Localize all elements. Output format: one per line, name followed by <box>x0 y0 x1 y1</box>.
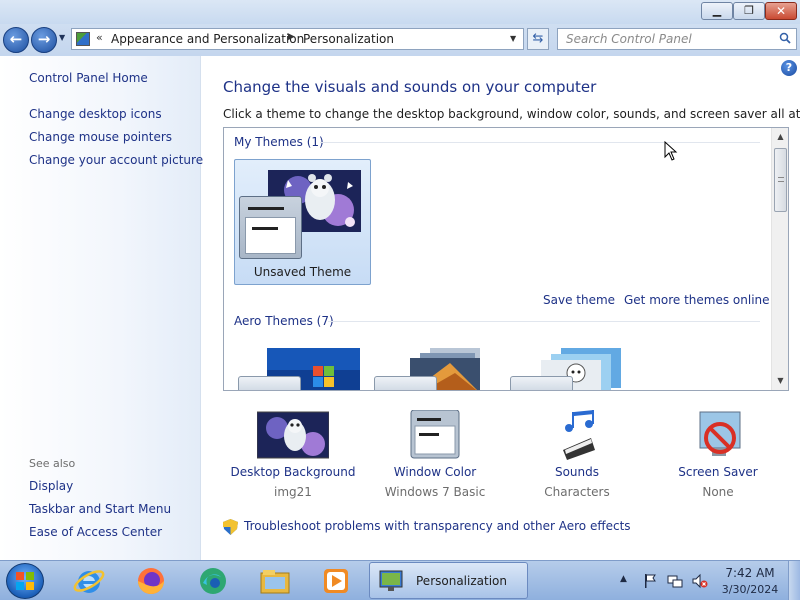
navigation-bar: ← → ▼ « Appearance and Personalization ▶… <box>0 24 800 56</box>
refresh-button[interactable]: ⇆ <box>527 28 549 50</box>
see-also-heading: See also <box>29 457 76 470</box>
troubleshoot-link[interactable]: Troubleshoot problems with transparency … <box>244 519 631 533</box>
show-desktop-button[interactable] <box>788 561 800 600</box>
screen-saver-setting[interactable]: Screen Saver None <box>653 410 783 502</box>
window-color-swatch <box>238 376 301 390</box>
desktop-background-link[interactable]: Desktop Background <box>228 465 358 479</box>
grip-icon <box>778 177 784 182</box>
breadcrumb-appearance[interactable]: Appearance and Personalization <box>111 32 304 46</box>
maximize-button[interactable]: ❐ <box>733 2 765 20</box>
volume-muted-icon[interactable] <box>692 573 708 589</box>
scrollbar-thumb[interactable] <box>774 148 787 212</box>
help-icon[interactable]: ? <box>781 60 797 76</box>
minimize-icon: ▁ <box>712 4 722 17</box>
personalization-icon <box>379 570 403 591</box>
desktop-background-icon <box>257 411 329 459</box>
scroll-up-icon[interactable]: ▲ <box>772 130 788 144</box>
window-titlebar-preview <box>248 207 284 210</box>
clock-time[interactable]: 7:42 AM <box>716 566 784 580</box>
forward-button[interactable]: → <box>31 27 57 53</box>
window-color-swatch <box>510 376 573 390</box>
back-button[interactable]: ← <box>3 27 29 53</box>
close-button[interactable]: ✕ <box>765 2 797 20</box>
sidebar-item-account-picture[interactable]: Change your account picture <box>29 153 203 167</box>
themes-list: My Themes (1) Unsaved Theme Save theme G… <box>223 127 789 391</box>
taskbar: Personalization ▲ 7:42 AM 3/30/2024 <box>0 560 800 600</box>
sounds-link[interactable]: Sounds <box>512 465 642 479</box>
aero-themes-heading[interactable]: Aero Themes (7) <box>234 314 334 328</box>
desktop-background-value: img21 <box>274 485 312 499</box>
windows-logo-icon <box>16 572 34 590</box>
search-placeholder: Search Control Panel <box>566 32 692 46</box>
my-themes-heading[interactable]: My Themes (1) <box>234 135 324 149</box>
taskbar-item-personalization[interactable]: Personalization <box>369 562 528 599</box>
window-body-preview <box>245 217 296 254</box>
group-divider <box>328 321 760 322</box>
sidebar-item-taskbar-start-menu[interactable]: Taskbar and Start Menu <box>29 502 171 516</box>
internet-explorer-icon[interactable] <box>71 563 107 599</box>
sidebar-item-mouse-pointers[interactable]: Change mouse pointers <box>29 130 172 144</box>
breadcrumb-overflow-chevron[interactable]: « <box>96 31 103 44</box>
mouse-cursor-icon <box>664 141 678 161</box>
screen-saver-link[interactable]: Screen Saver <box>653 465 783 479</box>
sounds-icon <box>563 410 595 460</box>
save-theme-link[interactable]: Save theme <box>543 293 615 307</box>
window-color-value: Windows 7 Basic <box>384 485 486 499</box>
sidebar-item-desktop-icons[interactable]: Change desktop icons <box>29 107 162 121</box>
page-subtitle: Click a theme to change the desktop back… <box>223 107 800 121</box>
scroll-down-icon[interactable]: ▼ <box>772 374 788 388</box>
theme-unsaved[interactable]: Unsaved Theme <box>234 159 371 285</box>
screen-saver-value: None <box>702 485 734 499</box>
recent-pages-dropdown[interactable]: ▼ <box>59 33 65 42</box>
address-bar[interactable]: « Appearance and Personalization ▶ Perso… <box>71 28 524 50</box>
file-explorer-icon[interactable] <box>257 563 293 599</box>
desktop-background-setting[interactable]: Desktop Background img21 <box>228 410 358 502</box>
window-color-setting[interactable]: Window Color Windows 7 Basic <box>370 410 500 502</box>
window-color-swatch <box>239 196 302 259</box>
minimize-button[interactable]: ▁ <box>701 2 733 20</box>
window-color-icon <box>410 410 460 459</box>
get-more-themes-link[interactable]: Get more themes online <box>624 293 770 307</box>
taskbar-item-label: Personalization <box>416 574 507 588</box>
action-center-flag-icon[interactable] <box>642 573 658 589</box>
sounds-value: Characters <box>544 485 610 499</box>
window-color-swatch <box>374 376 437 390</box>
sidebar-item-ease-of-access[interactable]: Ease of Access Center <box>29 525 162 539</box>
themes-scrollbar[interactable]: ▲ ▼ <box>771 128 788 390</box>
sounds-setting[interactable]: Sounds Characters <box>512 410 642 502</box>
breadcrumb-separator-icon[interactable]: ▶ <box>288 32 295 42</box>
firefox-icon[interactable] <box>133 563 169 599</box>
maximize-icon: ❐ <box>744 4 754 17</box>
window-line-preview <box>252 227 278 230</box>
control-panel-icon <box>76 32 90 46</box>
breadcrumb-personalization[interactable]: Personalization <box>303 32 394 46</box>
close-icon: ✕ <box>775 4 787 18</box>
address-dropdown-icon[interactable]: ▼ <box>510 34 516 43</box>
show-hidden-icons-button[interactable]: ▲ <box>620 574 627 600</box>
theme-name-label: Unsaved Theme <box>253 265 352 279</box>
screen-saver-icon <box>699 411 741 456</box>
clock-date[interactable]: 3/30/2024 <box>716 583 784 596</box>
search-input[interactable]: Search Control Panel <box>557 28 797 50</box>
search-icon[interactable] <box>779 32 791 44</box>
title-bar: ▁ ❐ ✕ <box>0 0 800 24</box>
edge-icon[interactable] <box>195 563 231 599</box>
page-title: Change the visuals and sounds on your co… <box>223 78 597 96</box>
start-button[interactable] <box>6 563 44 599</box>
group-divider <box>320 142 760 143</box>
sidebar-item-display[interactable]: Display <box>29 479 73 493</box>
media-player-icon[interactable] <box>318 563 354 599</box>
sidebar-item-control-panel-home[interactable]: Control Panel Home <box>29 71 148 85</box>
window-color-link[interactable]: Window Color <box>370 465 500 479</box>
shield-icon <box>223 519 238 535</box>
network-icon[interactable] <box>667 573 683 589</box>
sidebar: Control Panel Home Change desktop icons … <box>0 56 203 560</box>
